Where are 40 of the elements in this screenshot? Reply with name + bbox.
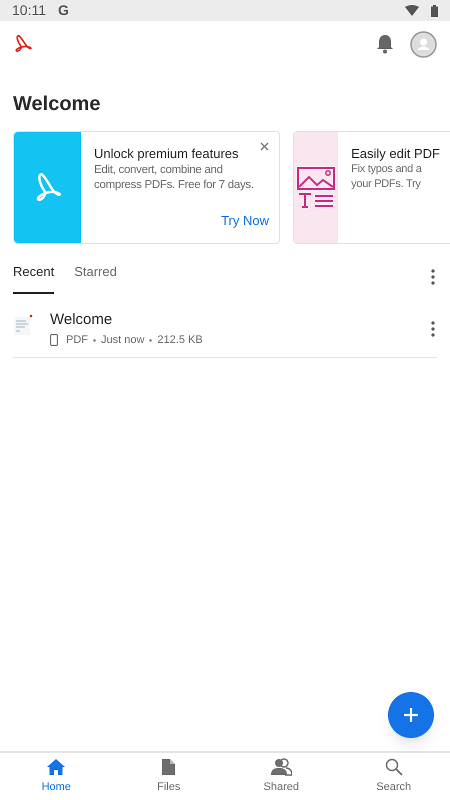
card-title: Easily edit PDF bbox=[351, 146, 440, 162]
separator-dot bbox=[93, 338, 96, 342]
card-description-line: your PDFs. Try bbox=[351, 177, 422, 192]
acrobat-logo-icon bbox=[13, 34, 33, 54]
plus-icon bbox=[403, 707, 419, 723]
file-time: Just now bbox=[101, 332, 144, 348]
status-app-letter: G bbox=[58, 1, 69, 20]
more-options-icon[interactable] bbox=[431, 321, 435, 337]
nav-tab[interactable]: Shared bbox=[225, 753, 338, 800]
wifi-icon bbox=[405, 5, 419, 16]
battery-icon bbox=[431, 4, 438, 16]
nav-tab[interactable]: Home bbox=[0, 753, 112, 800]
promo-card[interactable]: Easily edit PDF Fix typos and a your PDFs. Try bbox=[293, 131, 450, 244]
search-icon bbox=[384, 758, 403, 776]
file-name[interactable]: Welcome bbox=[50, 310, 431, 330]
promo-card[interactable]: Unlock premium features Edit, convert, combine and compress PDFs. Free for 7 days. Try Now bbox=[13, 131, 280, 244]
file-type: PDF bbox=[66, 332, 88, 348]
more-options-icon[interactable] bbox=[431, 268, 435, 285]
profile-avatar-icon[interactable] bbox=[410, 30, 437, 58]
file-icon bbox=[161, 758, 176, 776]
home-icon bbox=[46, 758, 66, 776]
close-icon[interactable] bbox=[260, 142, 269, 151]
status-time: 10:11 bbox=[12, 1, 46, 20]
pdf-thumbnail-icon bbox=[13, 314, 33, 336]
page-heading: Welcome bbox=[12, 92, 102, 117]
card-description: Edit, convert, combine and compress PDFs. Free for 7 days. bbox=[94, 163, 255, 193]
notifications-bell-icon[interactable] bbox=[376, 34, 394, 54]
tab[interactable]: Starred bbox=[74, 260, 117, 294]
try-now-link[interactable]: Try Now bbox=[221, 210, 269, 230]
tab[interactable]: Recent bbox=[13, 260, 54, 294]
nav-tab[interactable]: Search bbox=[338, 753, 450, 800]
image-text-icon bbox=[297, 166, 336, 208]
phone-icon bbox=[50, 334, 58, 346]
add-button[interactable] bbox=[388, 692, 434, 738]
people-icon bbox=[270, 758, 292, 776]
card-description-line: Fix typos and a bbox=[351, 162, 423, 177]
card-title: Unlock premium features bbox=[94, 146, 238, 162]
separator-dot bbox=[149, 338, 152, 342]
nav-tab[interactable]: Files bbox=[112, 753, 225, 800]
file-size: 212.5 KB bbox=[157, 332, 203, 348]
